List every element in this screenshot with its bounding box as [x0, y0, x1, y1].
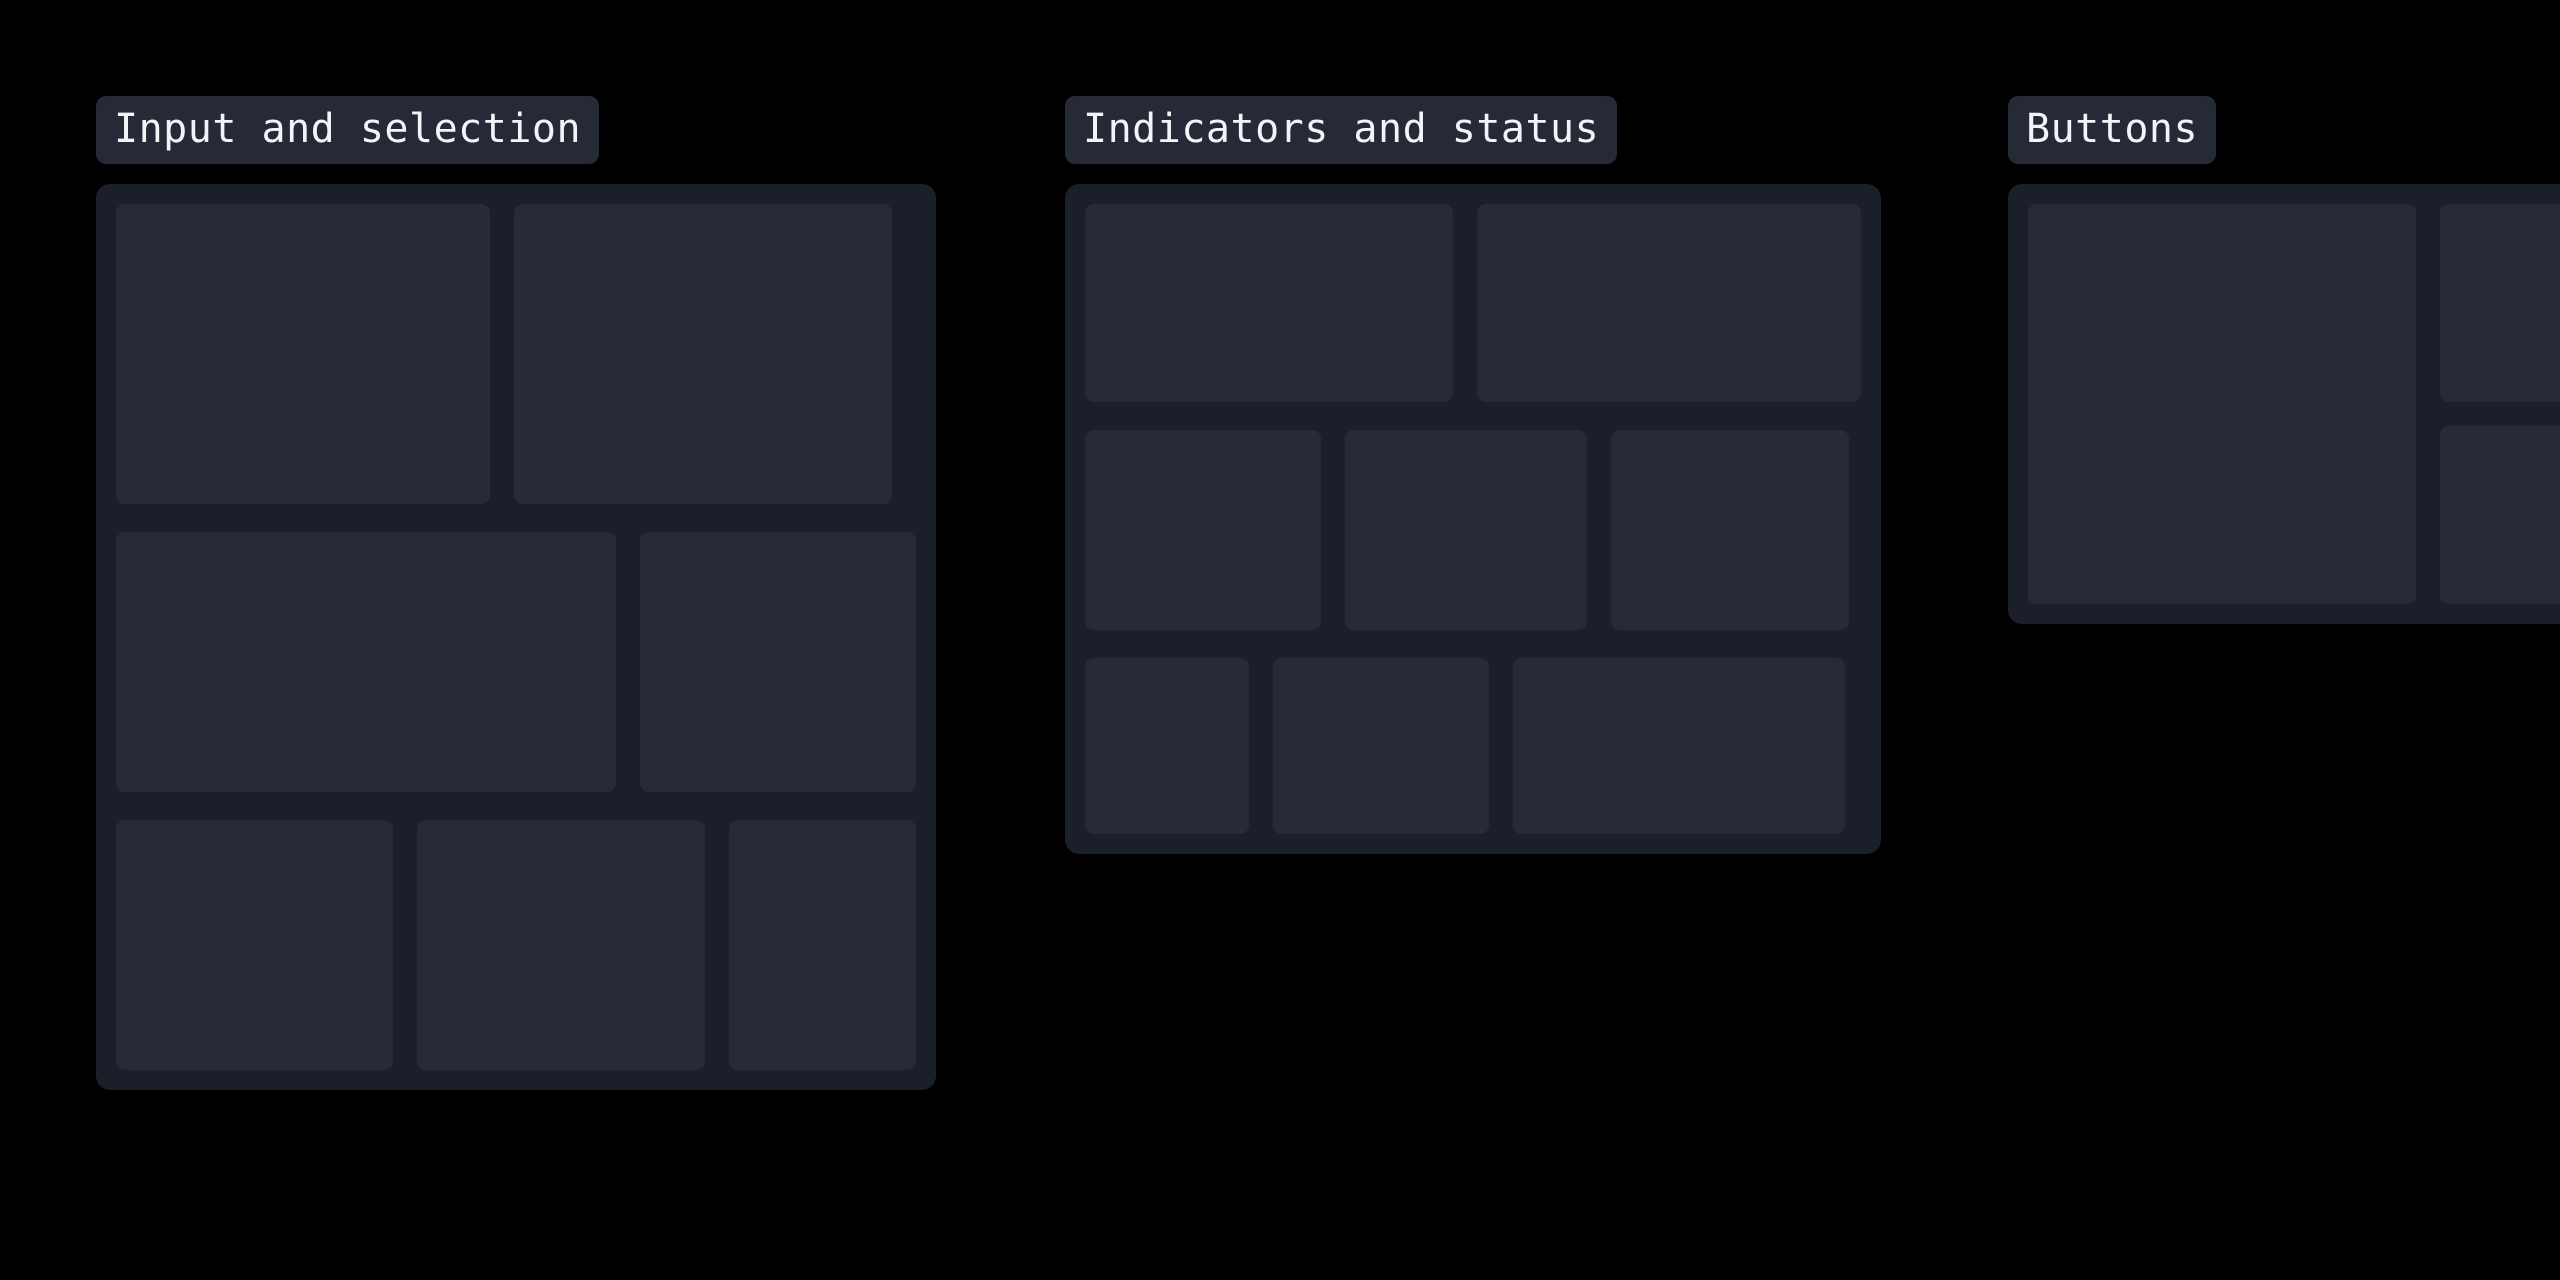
component-tile[interactable]	[1477, 204, 1861, 402]
component-tile[interactable]	[640, 532, 916, 792]
component-tile[interactable]	[1611, 430, 1849, 630]
panel-row	[116, 820, 916, 1070]
group-panel	[2008, 184, 2560, 624]
component-tile[interactable]	[2440, 426, 2560, 604]
group-title-badge: Buttons	[2008, 96, 2217, 164]
component-tile[interactable]	[1513, 658, 1845, 834]
group-title-badge: Indicators and status	[1065, 96, 1618, 164]
component-tile[interactable]	[116, 532, 616, 792]
component-tile[interactable]	[1085, 430, 1321, 630]
component-group-buttons: Buttons	[2008, 96, 2560, 624]
component-tile-primary[interactable]	[2028, 204, 2416, 604]
panel-split	[2028, 204, 2560, 604]
panel-column	[2440, 204, 2560, 604]
group-title-badge: Input and selection	[96, 96, 600, 164]
component-tile[interactable]	[729, 820, 916, 1070]
panel-row	[116, 532, 916, 792]
component-tile[interactable]	[2440, 204, 2560, 402]
component-tile[interactable]	[116, 820, 393, 1070]
component-group-input-and-selection: Input and selection	[96, 96, 936, 1090]
group-panel	[96, 184, 936, 1090]
component-tile[interactable]	[1085, 658, 1249, 834]
panel-row	[1085, 430, 1861, 630]
panel-row	[1085, 658, 1861, 834]
component-tile[interactable]	[116, 204, 490, 504]
component-tile[interactable]	[1345, 430, 1587, 630]
component-tile[interactable]	[1085, 204, 1453, 402]
component-tile[interactable]	[417, 820, 705, 1070]
panel-row	[116, 204, 916, 504]
screen-canvas: Input and selection Indicators and status…	[0, 0, 2560, 1280]
group-panel	[1065, 184, 1881, 854]
panel-row	[1085, 204, 1861, 402]
component-tile[interactable]	[514, 204, 892, 504]
component-tile[interactable]	[1273, 658, 1489, 834]
component-group-indicators-and-status: Indicators and status	[1065, 96, 1881, 854]
